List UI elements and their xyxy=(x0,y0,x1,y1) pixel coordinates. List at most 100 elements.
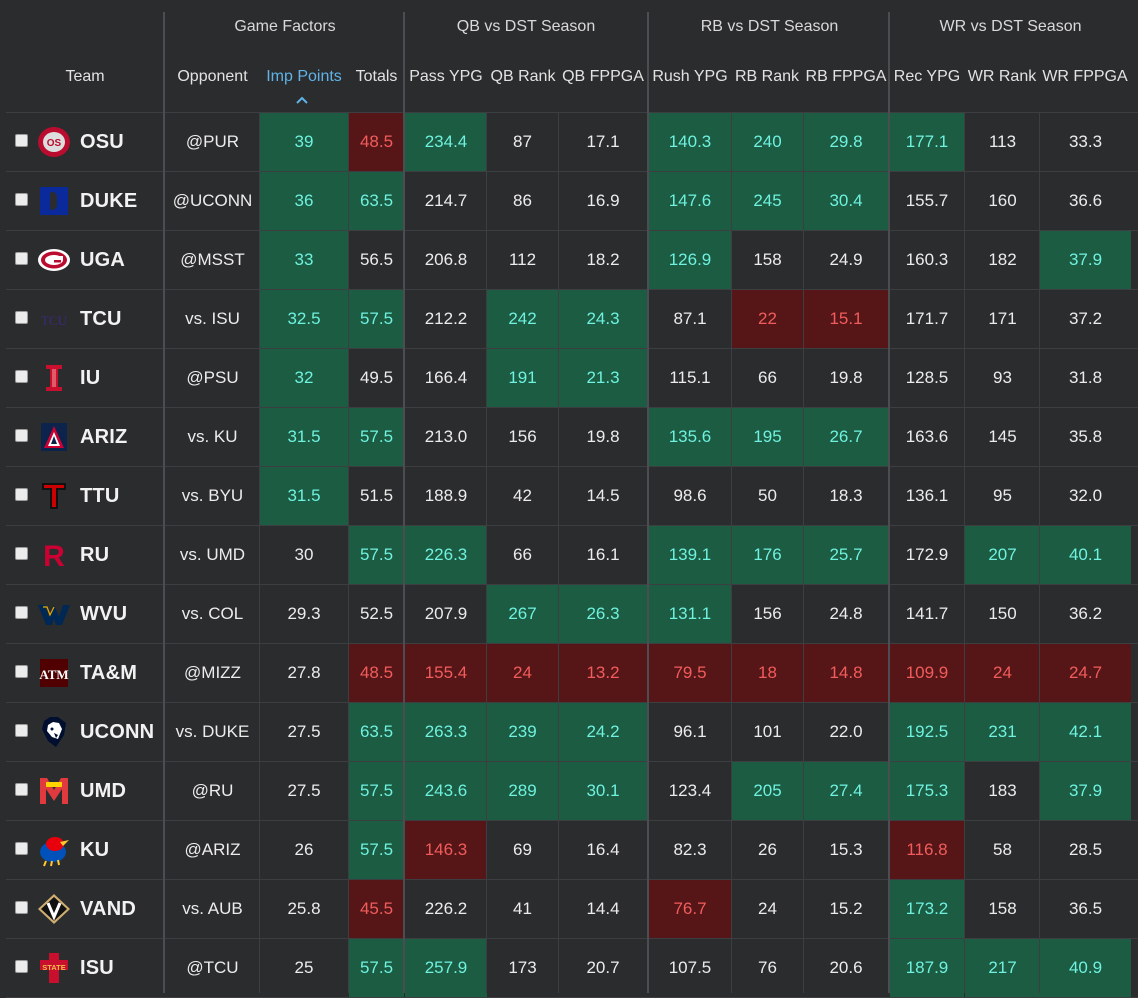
cell-rush: 135.6 xyxy=(649,408,731,466)
cell-pass: 257.9 xyxy=(405,939,487,997)
row-checkbox[interactable] xyxy=(15,783,28,796)
cell-qbr: 69 xyxy=(513,840,532,859)
team-name[interactable]: VAND xyxy=(80,880,136,938)
cell-rec: 160.3 xyxy=(905,250,949,269)
team-name[interactable]: UCONN xyxy=(80,703,154,761)
column-header-wr-fppga[interactable]: WR FPPGA xyxy=(1040,68,1130,90)
column-header-rb-fppga[interactable]: RB FPPGA xyxy=(803,68,889,90)
column-header-rec-ypg[interactable]: Rec YPG xyxy=(890,68,964,90)
row-checkbox[interactable] xyxy=(15,665,28,678)
tamu-logo-icon: ATM xyxy=(36,656,72,690)
table-row[interactable]: STATE ISU @TCU 25 57.5 257.9 173 20.7 107.5 76 20.… xyxy=(6,939,1138,998)
cell-rush: 115.1 xyxy=(669,368,711,387)
cell-qbr: 24 xyxy=(487,644,558,702)
row-checkbox[interactable] xyxy=(15,901,28,914)
cell-qbr: 87 xyxy=(513,132,532,151)
table-row[interactable]: R RU vs. UMD 30 57.5 226.3 66 16.1 139.1 176 25.7 1… xyxy=(6,526,1138,585)
divider xyxy=(348,112,349,993)
team-name[interactable]: OSU xyxy=(80,113,124,171)
group-header-qb: QB vs DST Season xyxy=(456,18,596,35)
table-row[interactable]: TTU vs. BYU 31.5 51.5 188.9 42 14.5 98.6 50 18.3 1… xyxy=(6,467,1138,526)
divider xyxy=(888,12,890,993)
row-checkbox[interactable] xyxy=(15,134,28,147)
table-row[interactable]: TCU TCU vs. ISU 32.5 57.5 212.2 242 24.3 87.1 22 1… xyxy=(6,290,1138,349)
divider xyxy=(803,112,804,993)
column-header-qb-fppga[interactable]: QB FPPGA xyxy=(559,68,647,90)
team-name[interactable]: TCU xyxy=(80,290,122,348)
cell-opp: vs. AUB xyxy=(182,899,243,918)
team-name[interactable]: TA&M xyxy=(80,644,137,702)
row-checkbox[interactable] xyxy=(15,488,28,501)
table-row[interactable]: KU @ARIZ 26 57.5 146.3 69 16.4 82.3 26 15.3 116.8 5… xyxy=(6,821,1138,880)
row-checkbox[interactable] xyxy=(15,724,28,737)
cell-qbr: 242 xyxy=(487,290,558,348)
cell-qbr: 41 xyxy=(513,899,532,918)
table-row[interactable]: ARIZ vs. KU 31.5 57.5 213.0 156 19.8 135.6 195 26… xyxy=(6,408,1138,467)
row-checkbox[interactable] xyxy=(15,370,28,383)
row-checkbox[interactable] xyxy=(15,960,28,973)
cell-opp: @RU xyxy=(191,781,234,800)
cell-imp: 32 xyxy=(260,349,348,407)
duke-logo-icon xyxy=(36,184,72,218)
cell-pass: 214.7 xyxy=(424,191,468,210)
cell-pass: 213.0 xyxy=(424,427,468,446)
row-checkbox[interactable] xyxy=(15,842,28,855)
team-name[interactable]: RU xyxy=(80,526,109,584)
team-name[interactable]: ISU xyxy=(80,939,114,997)
column-header-team[interactable]: Team xyxy=(6,68,164,90)
row-checkbox[interactable] xyxy=(15,193,28,206)
cell-tot: 48.5 xyxy=(349,644,404,702)
column-header-opponent[interactable]: Opponent xyxy=(166,68,259,90)
column-header-imp-points[interactable]: Imp Points xyxy=(260,68,348,90)
table-row[interactable]: ATM TA&M @MIZZ 27.8 48.5 155.4 24 13.2 79.5 18 14.… xyxy=(6,644,1138,703)
cell-wrf: 36.2 xyxy=(1068,604,1103,623)
cell-opp: vs. BYU xyxy=(181,486,244,505)
cell-pass: 146.3 xyxy=(405,821,487,879)
row-checkbox[interactable] xyxy=(15,252,28,265)
chevron-up-icon[interactable] xyxy=(295,95,309,105)
table-row[interactable]: UCONN vs. DUKE 27.5 63.5 263.3 239 24.2 96.1 101… xyxy=(6,703,1138,762)
row-checkbox[interactable] xyxy=(15,547,28,560)
team-name[interactable]: IU xyxy=(80,349,100,407)
column-header-rb-rank[interactable]: RB Rank xyxy=(731,68,803,90)
team-name[interactable]: UGA xyxy=(80,231,125,289)
column-header-wr-rank[interactable]: WR Rank xyxy=(964,68,1040,90)
column-header-rush-ypg[interactable]: Rush YPG xyxy=(649,68,731,90)
cell-rec: 172.9 xyxy=(905,545,949,564)
team-name[interactable]: WVU xyxy=(80,585,127,643)
cell-rush: 139.1 xyxy=(649,526,731,584)
cell-rec: 109.9 xyxy=(890,644,964,702)
cell-qbf: 14.5 xyxy=(586,486,620,505)
cell-wrf: 40.1 xyxy=(1040,526,1131,584)
column-header-totals[interactable]: Totals xyxy=(349,68,404,90)
table-row[interactable]: DUKE @UCONN 36 63.5 214.7 86 16.9 147.6 245 30.4 1… xyxy=(6,172,1138,231)
column-header-qb-rank[interactable]: QB Rank xyxy=(487,68,559,90)
cell-rush: 76.7 xyxy=(649,880,731,938)
table-row[interactable]: VAND vs. AUB 25.8 45.5 226.2 41 14.4 76.7 24 15.2… xyxy=(6,880,1138,939)
cell-wrr: 24 xyxy=(965,644,1040,702)
ku-logo-icon xyxy=(36,833,72,867)
cell-pass: 206.8 xyxy=(424,250,468,269)
table-row[interactable]: OS OSU @PUR 39 48.5 234.4 87 17.1 140.3 240 29.8 17… xyxy=(6,113,1138,172)
cell-imp: 33 xyxy=(260,231,348,289)
team-name[interactable]: KU xyxy=(80,821,109,879)
table-row[interactable]: UMD @RU 27.5 57.5 243.6 289 30.1 123.4 205 27.4 17… xyxy=(6,762,1138,821)
table-row[interactable]: IU @PSU 32 49.5 166.4 191 21.3 115.1 66 19.8 128.5… xyxy=(6,349,1138,408)
table-row[interactable]: UGA @MSST 33 56.5 206.8 112 18.2 126.9 158 24.9 16… xyxy=(6,231,1138,290)
cell-qbf: 18.2 xyxy=(586,250,620,269)
team-name[interactable]: ARIZ xyxy=(80,408,127,466)
cell-rbr: 66 xyxy=(758,368,777,387)
cell-qbr: 112 xyxy=(508,250,537,269)
team-name[interactable]: DUKE xyxy=(80,172,137,230)
row-checkbox[interactable] xyxy=(15,429,28,442)
column-header-pass-ypg[interactable]: Pass YPG xyxy=(405,68,487,90)
table-row[interactable]: WVU vs. COL 29.3 52.5 207.9 267 26.3 131.1 156 24… xyxy=(6,585,1138,644)
team-name[interactable]: TTU xyxy=(80,467,119,525)
cell-rbr: 205 xyxy=(732,762,803,820)
cell-imp: 27.5 xyxy=(287,781,321,800)
team-name[interactable]: UMD xyxy=(80,762,126,820)
row-checkbox[interactable] xyxy=(15,606,28,619)
tcu-logo-icon: TCU xyxy=(36,302,72,336)
cell-rbr: 195 xyxy=(732,408,803,466)
row-checkbox[interactable] xyxy=(15,311,28,324)
